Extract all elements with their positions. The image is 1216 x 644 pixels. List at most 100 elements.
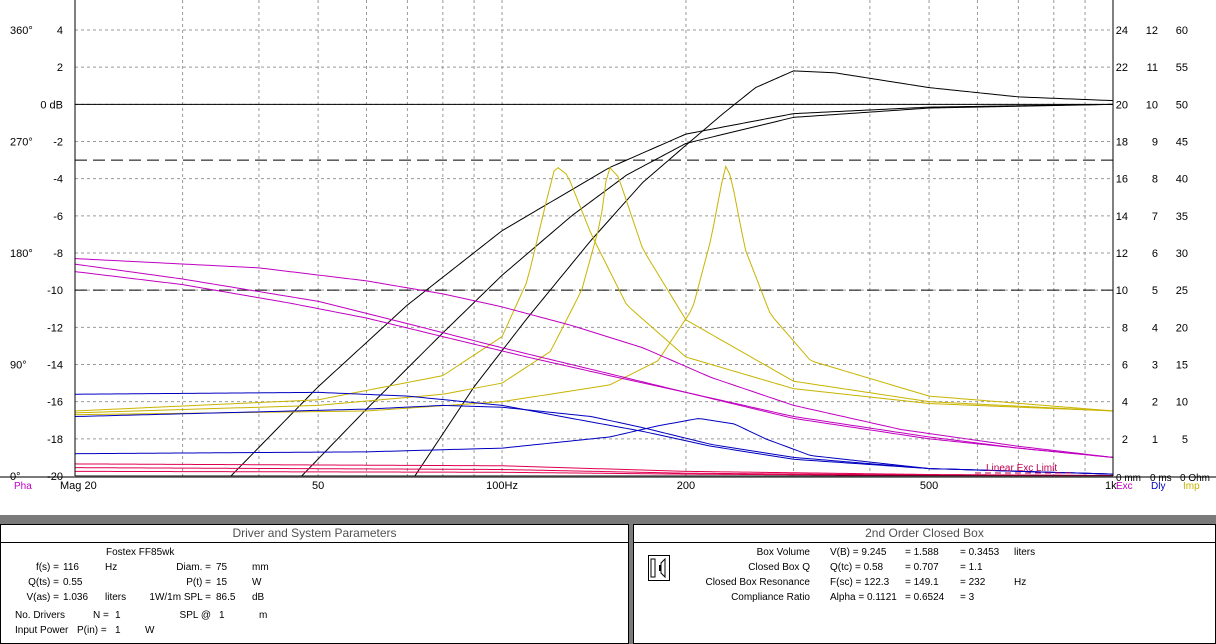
exc-tick-label-7: 10 (1116, 285, 1128, 297)
input-power-unit: W (145, 625, 155, 636)
exc-tick-label-9: 6 (1122, 360, 1128, 372)
input-power-eq: P(in) = (77, 625, 107, 636)
row1-v2[interactable]: = 0.707 (905, 562, 939, 574)
dly-tick-label-1: 11 (1147, 62, 1158, 74)
mag-tick-label-0: 4 (57, 25, 63, 37)
fs-unit: Hz (105, 562, 118, 573)
legend-imp: Imp (1183, 481, 1200, 492)
series-phase-6 (74, 258, 1114, 458)
row1-label: Closed Box Q (748, 562, 810, 573)
chart-series (74, 70, 1114, 477)
mag-tick-label-10: -16 (47, 397, 63, 409)
spl-at-value[interactable]: 1 (219, 610, 225, 622)
dly-tick-label-5: 7 (1152, 211, 1158, 223)
closed-box-speaker-icon (648, 555, 670, 581)
frequency-response-chart: 420 dB-2-4-6-8-10-12-14-16-18-200°90°180… (0, 0, 1216, 492)
exc-tick-label-10: 4 (1122, 397, 1128, 409)
mag-tick-label-11: -18 (47, 434, 63, 446)
imp-tick-label-11: 5 (1182, 434, 1188, 446)
row2-param[interactable]: F(sc) = 122.3 (830, 577, 889, 589)
linear-exc-limit-annotation: Linear Exc Limit (986, 463, 1057, 474)
row3-v2[interactable]: = 0.6524 (905, 592, 944, 604)
imp-tick-label-6: 30 (1176, 248, 1188, 260)
qts-label: Q(ts) = (28, 577, 59, 588)
qts-value[interactable]: 0.55 (63, 577, 82, 589)
row2-unit: Hz (1014, 577, 1027, 588)
series-delay-11 (74, 418, 1114, 475)
dly-tick-label-11: 1 (1152, 434, 1158, 446)
row0-param[interactable]: V(B) = 9.245 (830, 547, 886, 559)
diam-label: Diam. = (176, 562, 211, 573)
series-delay-10 (74, 404, 1114, 475)
driver-panel-title: Driver and System Parameters (1, 525, 628, 543)
exc-tick-label-4: 16 (1116, 174, 1128, 186)
spl-value[interactable]: 86.5 (216, 592, 235, 604)
dly-tick-label-9: 3 (1152, 360, 1158, 372)
row1-param[interactable]: Q(tc) = 0.58 (830, 562, 883, 574)
input-power-value[interactable]: 1 (115, 625, 121, 637)
x-tick-label-0: Mag 20 (60, 480, 97, 492)
mag-tick-label-2: 0 dB (40, 99, 63, 111)
dly-tick-label-8: 4 (1152, 322, 1158, 334)
driver-name[interactable]: Fostex FF85wk (106, 547, 174, 559)
row3-param[interactable]: Alpha = 0.1121 (830, 592, 897, 604)
x-tick-label-2: 100Hz (486, 480, 518, 492)
dly-tick-label-0: 12 (1146, 25, 1158, 37)
mag-tick-label-3: -2 (53, 137, 63, 149)
input-power-label: Input Power (15, 625, 69, 636)
mag-tick-label-1: 2 (57, 62, 63, 74)
diam-value[interactable]: 75 (216, 562, 227, 574)
exc-tick-label-0: 24 (1116, 25, 1128, 37)
imp-tick-label-3: 45 (1176, 137, 1188, 149)
closed-box-title: 2nd Order Closed Box (634, 525, 1215, 543)
mag-tick-label-9: -14 (47, 360, 63, 372)
drivers-value[interactable]: 1 (115, 610, 121, 622)
dly-tick-label-4: 8 (1152, 174, 1158, 186)
dly-tick-label-10: 2 (1152, 397, 1158, 409)
exc-tick-label-8: 8 (1122, 322, 1128, 334)
x-tick-label-4: 500 (920, 480, 938, 492)
legend-pha: Pha (14, 481, 32, 492)
exc-tick-label-6: 12 (1116, 248, 1128, 260)
pt-value[interactable]: 15 (216, 577, 227, 589)
legend-dly: Dly (1151, 481, 1165, 492)
fs-value[interactable]: 116 (63, 562, 79, 574)
x-tick-label-1: 50 (312, 480, 324, 492)
exc-tick-label-1: 22 (1116, 62, 1128, 74)
exc-tick-label-5: 14 (1116, 211, 1128, 223)
row0-v2[interactable]: = 1.588 (905, 547, 939, 559)
dly-tick-label-2: 10 (1146, 99, 1158, 111)
legend-exc: Exc (1116, 481, 1133, 492)
imp-tick-label-9: 15 (1176, 360, 1188, 372)
row3-v3[interactable]: = 3 (960, 592, 974, 604)
imp-tick-label-0: 60 (1176, 25, 1188, 37)
mag-tick-label-7: -10 (47, 285, 63, 297)
pt-unit: W (252, 577, 262, 588)
parameter-panels: Driver and System Parameters Fostex FF85… (0, 515, 1216, 644)
dly-tick-label-6: 6 (1152, 248, 1158, 260)
exc-tick-label-3: 18 (1116, 137, 1128, 149)
fs-label: f(s) = (35, 562, 59, 573)
drivers-label: No. Drivers (15, 610, 66, 621)
series-excursion-14 (74, 470, 1113, 477)
driver-parameters-panel: Driver and System Parameters Fostex FF85… (0, 524, 629, 644)
mag-tick-label-5: -6 (53, 211, 63, 223)
vas-unit: liters (105, 592, 127, 603)
pt-label: P(t) = (186, 577, 211, 588)
row0-v3[interactable]: = 0.3453 (960, 547, 999, 559)
imp-tick-label-4: 40 (1176, 174, 1188, 186)
imp-tick-label-1: 55 (1176, 62, 1188, 74)
row2-v3[interactable]: = 232 (960, 577, 985, 589)
vas-value[interactable]: 1.036 (63, 592, 88, 604)
row1-v3[interactable]: = 1.1 (960, 562, 983, 574)
reference-lines (75, 103, 1113, 291)
diam-unit: mm (252, 562, 269, 573)
mag-tick-label-4: -4 (53, 174, 63, 186)
dly-tick-label-3: 9 (1152, 137, 1158, 149)
phase-tick-label-1: 90° (10, 360, 27, 372)
closed-box-panel: 2nd Order Closed Box Box Volume V(B) = 9… (633, 524, 1216, 644)
row2-v2[interactable]: = 149.1 (905, 577, 939, 589)
row2-label: Closed Box Resonance (705, 577, 810, 588)
drivers-eq: N = (93, 610, 109, 621)
x-tick-label-3: 200 (677, 480, 695, 492)
